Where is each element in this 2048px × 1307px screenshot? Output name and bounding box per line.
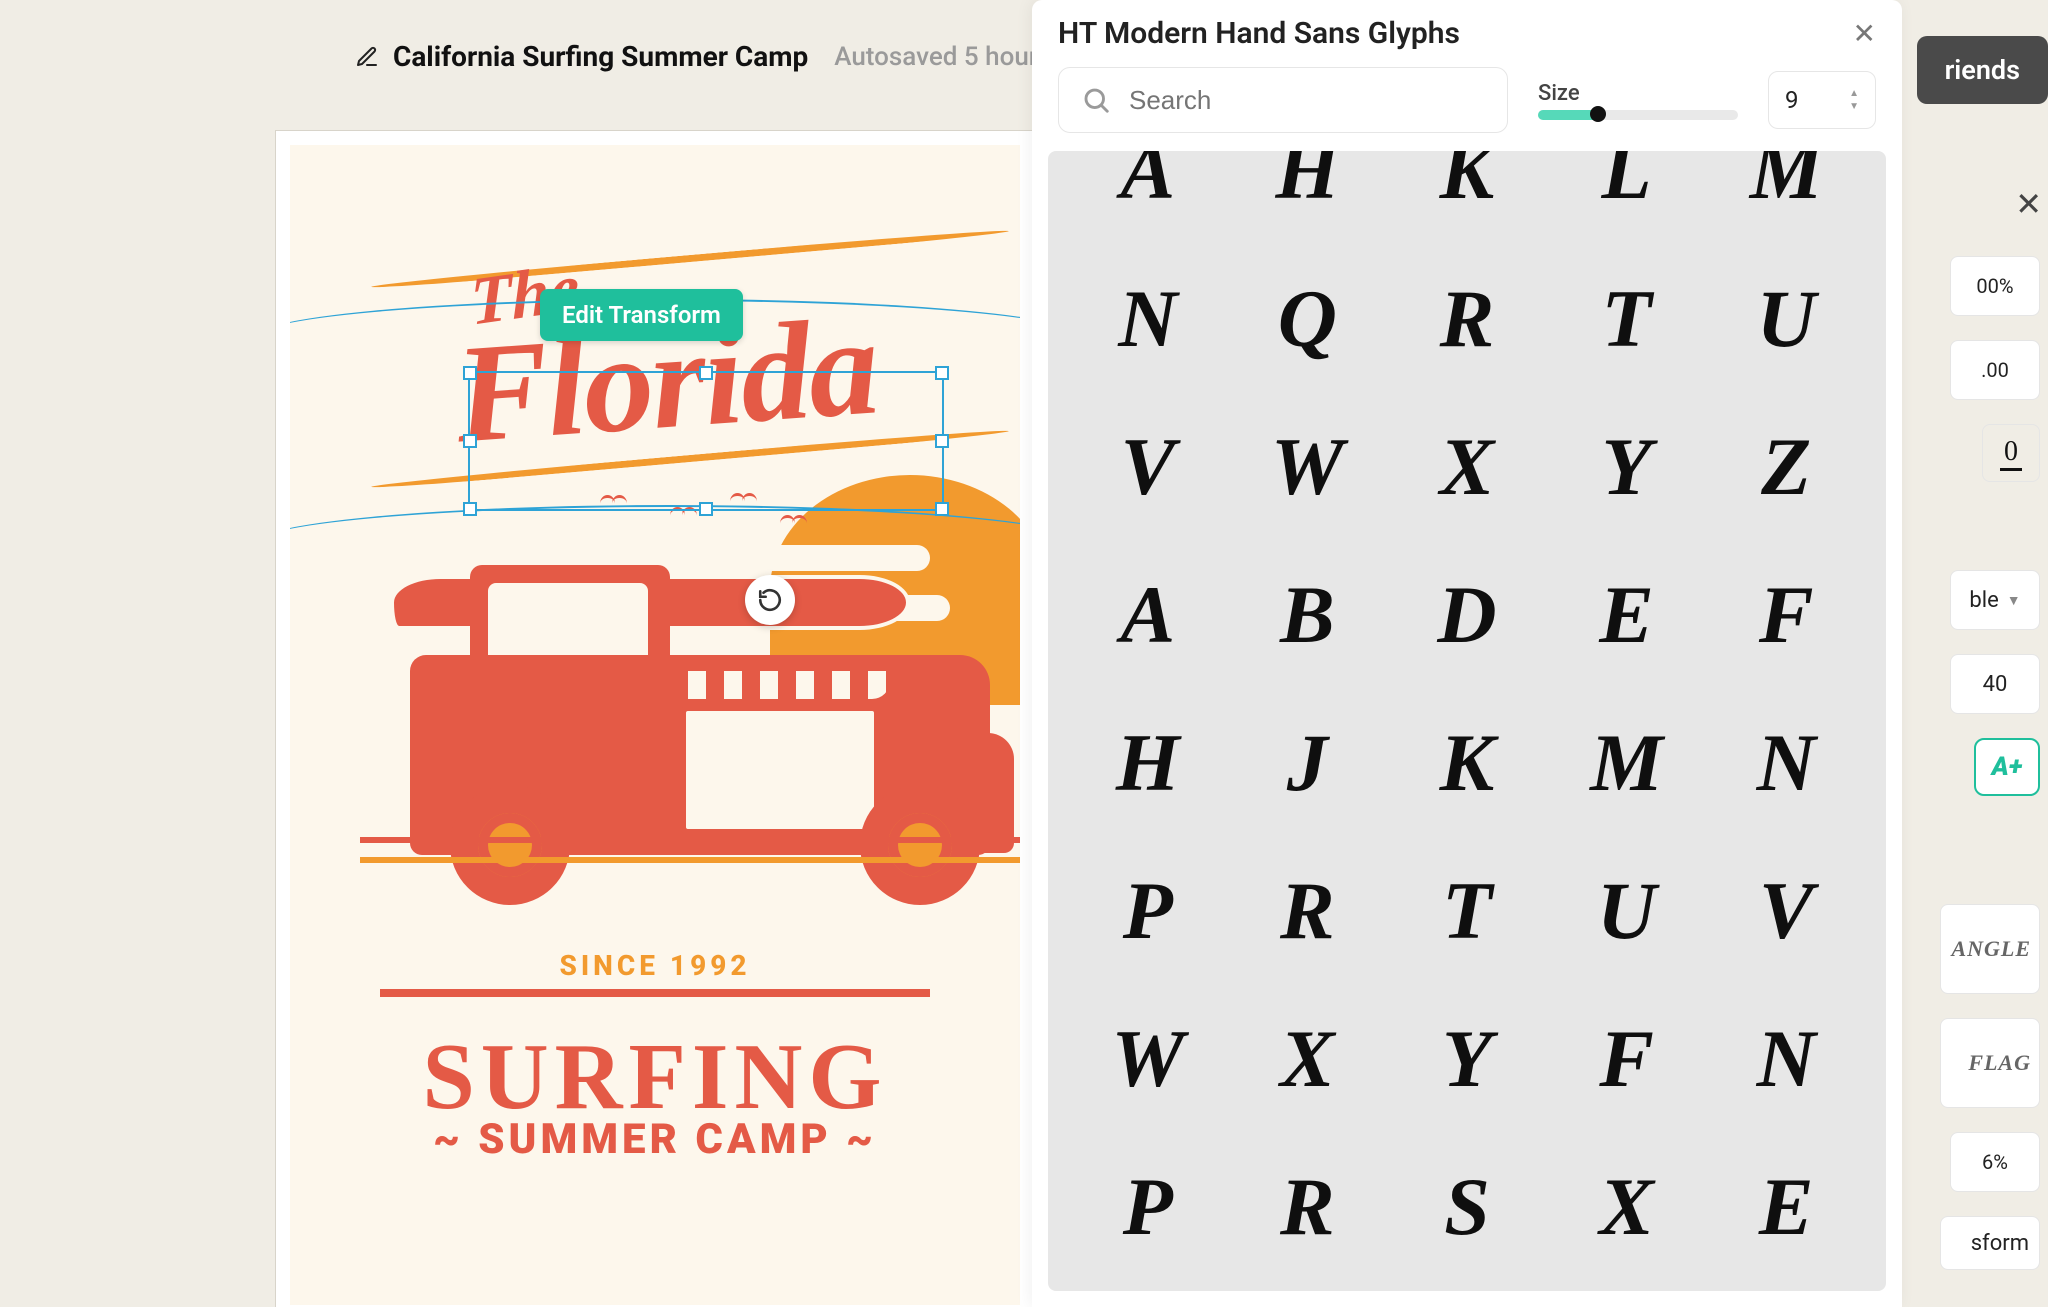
stepper-icon[interactable]: ▲▼ bbox=[1849, 89, 1859, 112]
style-dropdown[interactable]: ble ▼ bbox=[1950, 570, 2040, 630]
glyph-cell[interactable]: H bbox=[1068, 689, 1228, 837]
glyph-cell[interactable]: A bbox=[1068, 541, 1228, 689]
glyph-cell[interactable]: Z bbox=[1706, 393, 1866, 541]
document-title[interactable]: California Surfing Summer Camp bbox=[393, 40, 808, 73]
glyph-cell[interactable]: Y bbox=[1387, 985, 1547, 1133]
resize-handle-tl[interactable] bbox=[463, 366, 477, 380]
glyph-cell[interactable]: U bbox=[1547, 837, 1707, 985]
glyph-cell[interactable]: X bbox=[1228, 985, 1388, 1133]
design-canvas[interactable]: The Florida bbox=[275, 130, 1035, 1307]
slider-thumb[interactable] bbox=[1590, 106, 1606, 122]
resize-handle-tm[interactable] bbox=[699, 366, 713, 380]
glyph-cell[interactable]: V bbox=[1706, 837, 1866, 985]
transform-button[interactable]: sform bbox=[1940, 1216, 2040, 1270]
glyph-cell[interactable]: R bbox=[1228, 837, 1388, 985]
glyph-cell[interactable]: R bbox=[1228, 1133, 1388, 1281]
style-dropdown-label: ble bbox=[1969, 588, 1998, 613]
glyph-size-value[interactable]: 9 ▲▼ bbox=[1768, 71, 1876, 129]
glyph-size-slider[interactable] bbox=[1538, 110, 1738, 120]
close-rightpanel-icon[interactable]: ✕ bbox=[2015, 185, 2042, 223]
autosave-status: Autosaved 5 hours bbox=[834, 42, 1051, 72]
glyph-cell[interactable]: U bbox=[1706, 245, 1866, 393]
glyph-cell[interactable]: K bbox=[1387, 151, 1547, 245]
size-label: Size bbox=[1538, 81, 1738, 106]
poster-text-summer[interactable]: ~ SUMMER CAMP ~ bbox=[290, 1115, 1020, 1164]
glyph-cell[interactable]: M bbox=[1706, 151, 1866, 245]
chevron-down-icon: ▼ bbox=[2007, 592, 2021, 609]
edit-title-icon[interactable] bbox=[355, 45, 379, 69]
edit-transform-button[interactable]: Edit Transform bbox=[540, 289, 743, 341]
transform-flag-option[interactable]: FLAG bbox=[1940, 1018, 2040, 1108]
invite-friends-button[interactable]: riends bbox=[1917, 36, 2048, 104]
glyph-cell[interactable]: F bbox=[1706, 541, 1866, 689]
glyph-cell[interactable]: R bbox=[1387, 245, 1547, 393]
selection-bounding-box[interactable]: Edit Transform bbox=[330, 325, 1000, 485]
percentage-field[interactable]: 6% bbox=[1950, 1132, 2040, 1192]
underline-button[interactable]: 0 bbox=[1982, 424, 2040, 482]
glyph-cell[interactable]: N bbox=[1068, 245, 1228, 393]
opacity-field[interactable]: 00% bbox=[1950, 256, 2040, 316]
resize-handle-mr[interactable] bbox=[935, 434, 949, 448]
glyph-cell[interactable]: Q bbox=[1228, 245, 1388, 393]
glyph-cell[interactable]: E bbox=[1547, 541, 1707, 689]
glyph-grid: AHKLMNQRTUVWXYZABDEFHJKMNPRTUVWXYFNPRSXE bbox=[1048, 151, 1886, 1291]
glyph-cell[interactable]: E bbox=[1706, 1133, 1866, 1281]
glyph-cell[interactable]: M bbox=[1547, 689, 1707, 837]
glyph-cell[interactable]: N bbox=[1706, 985, 1866, 1133]
glyphs-panel-title: HT Modern Hand Sans Glyphs bbox=[1058, 16, 1460, 51]
numeric-field[interactable]: .00 bbox=[1950, 340, 2040, 400]
glyph-cell[interactable]: T bbox=[1547, 245, 1707, 393]
glyph-cell[interactable]: K bbox=[1387, 689, 1547, 837]
glyph-cell[interactable]: V bbox=[1068, 393, 1228, 541]
size-field[interactable]: 40 bbox=[1950, 654, 2040, 714]
glyph-cell[interactable]: T bbox=[1387, 837, 1547, 985]
poster-text-since[interactable]: SINCE 1992 bbox=[290, 949, 1020, 982]
resize-handle-br[interactable] bbox=[935, 502, 949, 516]
resize-handle-bm[interactable] bbox=[699, 502, 713, 516]
glyph-cell[interactable]: Y bbox=[1547, 393, 1707, 541]
glyph-cell[interactable]: P bbox=[1068, 837, 1228, 985]
glyph-size-number: 9 bbox=[1785, 86, 1799, 114]
poster-jeep bbox=[410, 565, 990, 925]
glyph-cell[interactable]: X bbox=[1547, 1133, 1707, 1281]
glyph-cell[interactable]: W bbox=[1228, 393, 1388, 541]
glyph-cell[interactable]: A bbox=[1068, 151, 1228, 245]
rotate-handle[interactable] bbox=[745, 575, 795, 625]
glyph-cell[interactable]: J bbox=[1228, 689, 1388, 837]
resize-handle-tr[interactable] bbox=[935, 366, 949, 380]
glyph-cell[interactable]: S bbox=[1387, 1133, 1547, 1281]
glyph-cell[interactable]: X bbox=[1387, 393, 1547, 541]
search-icon bbox=[1081, 85, 1111, 115]
glyph-cell[interactable]: D bbox=[1387, 541, 1547, 689]
glyphs-panel: HT Modern Hand Sans Glyphs ✕ Size 9 ▲▼ bbox=[1032, 0, 1902, 1307]
resize-handle-ml[interactable] bbox=[463, 434, 477, 448]
glyph-cell[interactable]: B bbox=[1228, 541, 1388, 689]
glyph-search[interactable] bbox=[1058, 67, 1508, 133]
glyph-cell[interactable]: H bbox=[1228, 151, 1388, 245]
close-icon[interactable]: ✕ bbox=[1853, 17, 1876, 50]
resize-handle-bl[interactable] bbox=[463, 502, 477, 516]
poster-text-surfing[interactable]: SURFING bbox=[380, 989, 930, 1131]
glyph-cell[interactable]: W bbox=[1068, 985, 1228, 1133]
glyph-cell[interactable]: L bbox=[1547, 151, 1707, 245]
glyph-search-input[interactable] bbox=[1129, 85, 1485, 116]
glyph-cell[interactable]: P bbox=[1068, 1133, 1228, 1281]
glyph-cell[interactable]: N bbox=[1706, 689, 1866, 837]
transform-angle-option[interactable]: ANGLE bbox=[1940, 904, 2040, 994]
glyph-cell[interactable]: F bbox=[1547, 985, 1707, 1133]
glyphs-button[interactable]: A+ bbox=[1974, 738, 2040, 796]
